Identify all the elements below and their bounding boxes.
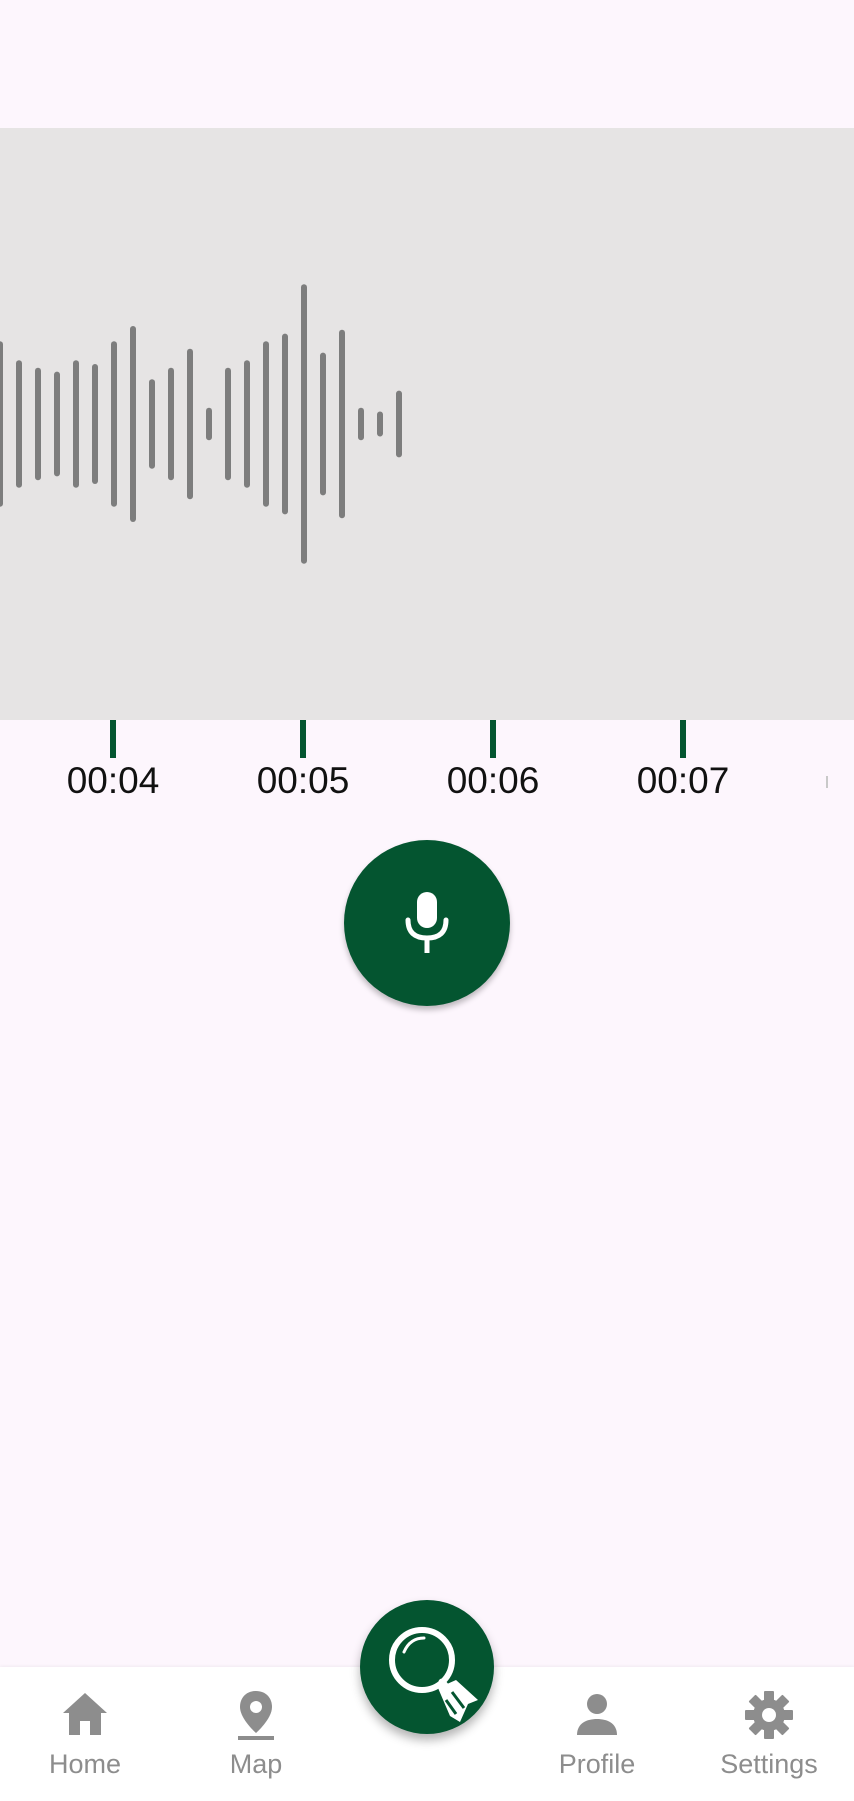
timeline-tick-partial (826, 776, 828, 788)
waveform-panel (0, 128, 854, 720)
waveform (0, 284, 402, 564)
home-icon (63, 1693, 107, 1735)
timeline-tick-label: 00:06 (446, 760, 540, 801)
nav-label-settings: Settings (720, 1749, 818, 1779)
timeline-tick-label: 00:07 (636, 760, 730, 801)
timeline-tick-label: 00:04 (66, 760, 160, 801)
nav-item-home[interactable]: Home (10, 1667, 160, 1801)
map-pin-icon (238, 1691, 274, 1740)
nav-item-map[interactable]: Map (181, 1667, 331, 1801)
record-button[interactable] (344, 840, 510, 1006)
person-icon (577, 1694, 617, 1735)
identify-search-button[interactable] (360, 1600, 494, 1734)
gear-icon (745, 1691, 793, 1739)
timeline-ruler: 00:04 00:05 00:06 00:07 (0, 720, 854, 810)
microphone-icon (405, 892, 449, 953)
timeline-tick (300, 720, 306, 758)
nav-label-profile: Profile (558, 1749, 636, 1779)
timeline-tick (490, 720, 496, 758)
nav-label-map: Map (229, 1749, 283, 1779)
timeline-tick (680, 720, 686, 758)
magnifier-bird-icon (389, 1627, 478, 1722)
nav-item-settings[interactable]: Settings (694, 1667, 844, 1801)
timeline-tick-label: 00:05 (256, 760, 350, 801)
nav-label-home: Home (48, 1749, 122, 1779)
timeline-tick (110, 720, 116, 758)
nav-item-profile[interactable]: Profile (522, 1667, 672, 1801)
